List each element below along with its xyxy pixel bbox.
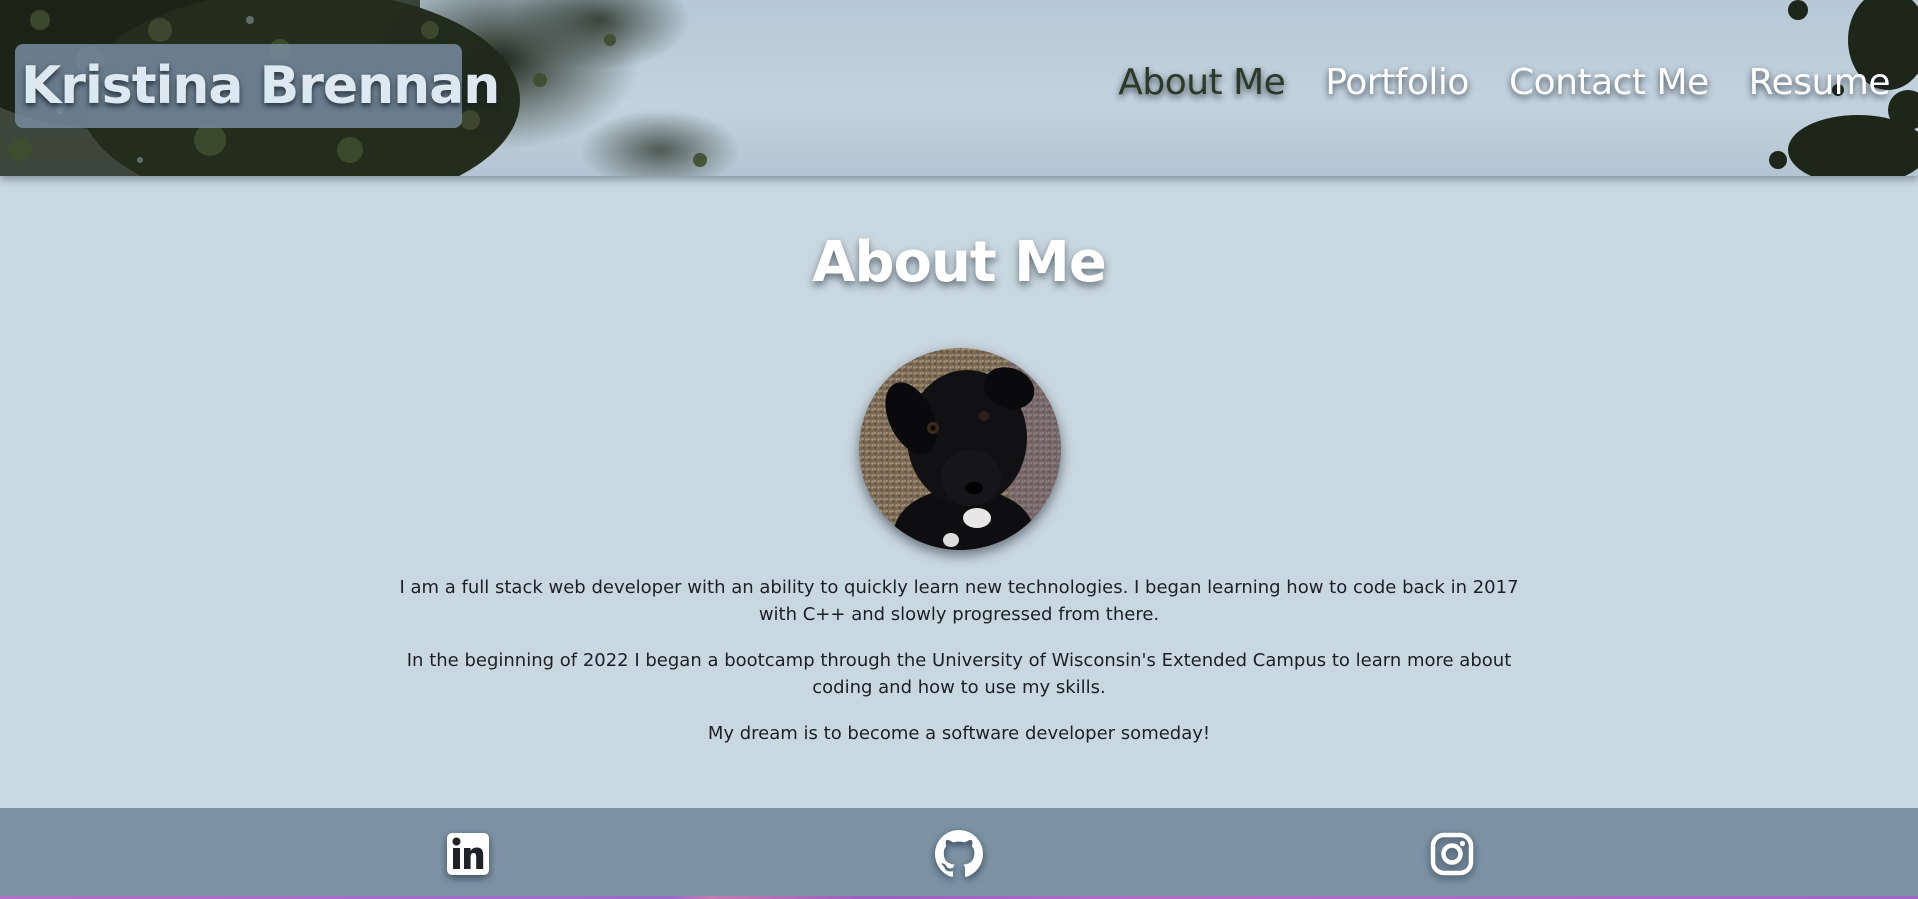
dog-photo-illustration (859, 348, 1061, 550)
bio-paragraph: I am a full stack web developer with an … (399, 577, 1519, 625)
github-icon[interactable] (935, 830, 983, 878)
nav-link-portfolio[interactable]: Portfolio (1325, 62, 1469, 103)
bio-paragraph: In the beginning of 2022 I began a bootc… (406, 650, 1512, 698)
nav-link-about-me[interactable]: About Me (1118, 62, 1286, 103)
site-title: Kristina Brennan (21, 56, 500, 116)
section-title: About Me (812, 230, 1107, 295)
about-section: About Me I am a full stack web developer… (0, 176, 1918, 808)
instagram-icon[interactable] (1428, 830, 1476, 878)
nav-link-resume[interactable]: Resume (1749, 62, 1891, 103)
nav-link-contact-me[interactable]: Contact Me (1509, 62, 1709, 103)
site-footer (0, 808, 1918, 899)
linkedin-icon[interactable] (444, 830, 492, 878)
bio-text: I am a full stack web developer with an … (380, 574, 1538, 766)
profile-photo (859, 348, 1061, 550)
brand-box: Kristina Brennan (15, 44, 500, 128)
main-nav: About Me Portfolio Contact Me Resume (1118, 62, 1890, 103)
site-header: Kristina Brennan About Me Portfolio Cont… (0, 0, 1918, 176)
bio-paragraph: My dream is to become a software develop… (707, 723, 1211, 744)
